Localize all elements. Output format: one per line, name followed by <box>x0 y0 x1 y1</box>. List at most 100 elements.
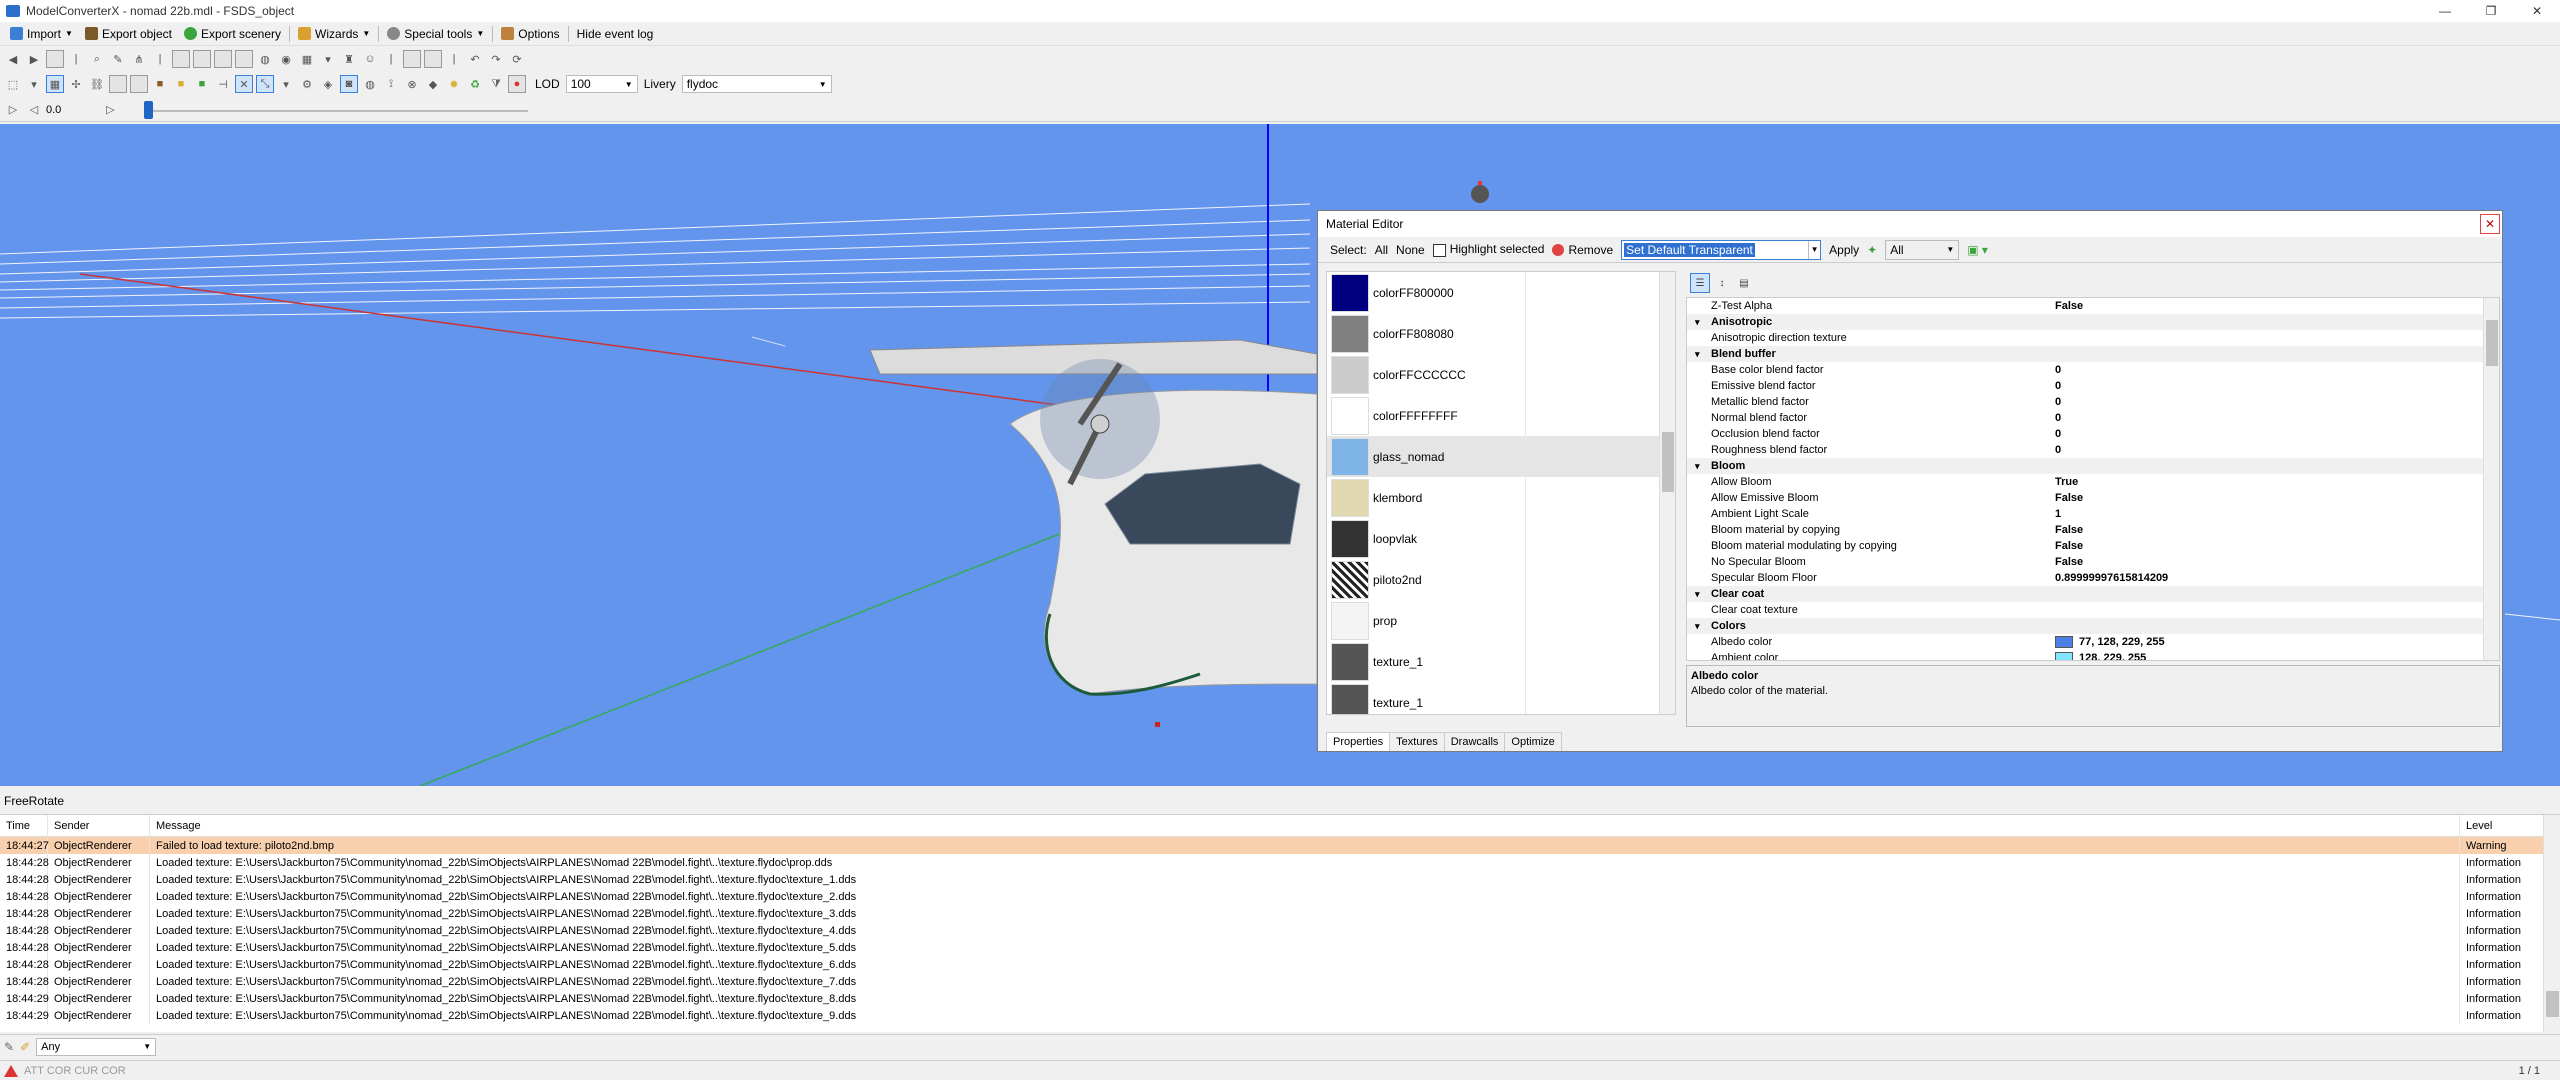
property-value[interactable]: False <box>2055 300 2499 312</box>
menu-export-object[interactable]: Export object <box>79 23 178 45</box>
property-row[interactable]: Anisotropic direction texture <box>1687 330 2499 346</box>
texture-view-icon[interactable]: ■ <box>151 75 169 93</box>
restore-button[interactable]: ❐ <box>2468 0 2514 22</box>
table-row[interactable]: 18:44:28 ObjectRenderer Loaded texture: E:… <box>0 854 2560 871</box>
property-row[interactable]: Metallic blend factor 0 <box>1687 394 2499 410</box>
scrollbar-thumb[interactable] <box>2546 991 2559 1017</box>
collapse-icon[interactable]: ▾ <box>1695 317 1700 328</box>
list-item[interactable]: colorFFFFFFFF <box>1327 395 1675 436</box>
pin-icon[interactable]: ✎ <box>109 50 127 68</box>
column-header-message[interactable]: Message <box>150 815 2460 836</box>
table-row[interactable]: 18:44:27 ObjectRenderer Failed to load tex… <box>0 837 2560 854</box>
light-icon[interactable]: ■ <box>172 75 190 93</box>
cursor-icon[interactable]: ✕ <box>235 75 253 93</box>
list-item[interactable]: colorFF800000 <box>1327 272 1675 313</box>
property-row[interactable]: No Specular Bloom False <box>1687 554 2499 570</box>
material-list[interactable]: colorFF800000 colorFF808080 colorFFCCCCC… <box>1326 271 1676 715</box>
preset-select[interactable]: Set Default Transparent ▼ <box>1621 239 1822 260</box>
property-value[interactable]: False <box>2055 540 2499 552</box>
collapse-icon[interactable]: ▾ <box>1695 589 1700 600</box>
user-icon[interactable]: ☺ <box>361 50 379 68</box>
sun-icon[interactable]: ✹ <box>445 75 463 93</box>
menu-export-scenery[interactable]: Export scenery <box>178 23 287 45</box>
document-icon[interactable] <box>46 50 64 68</box>
table-row[interactable]: 18:44:28 ObjectRenderer Loaded texture: E:… <box>0 871 2560 888</box>
log-level-filter-select[interactable]: Any ▼ <box>36 1037 157 1056</box>
sphere-icon[interactable]: ◍ <box>361 75 379 93</box>
collapse-icon[interactable]: ▾ <box>1695 621 1700 632</box>
property-value[interactable]: 0 <box>2055 396 2499 408</box>
property-value[interactable]: 1 <box>2055 508 2499 520</box>
undo-icon[interactable]: ↶ <box>466 50 484 68</box>
zoom-icon[interactable]: ⌕ <box>88 50 106 68</box>
animation-slider-thumb[interactable] <box>144 101 153 119</box>
table-row[interactable]: 18:44:28 ObjectRenderer Loaded texture: E:… <box>0 956 2560 973</box>
property-category[interactable]: ▾ Bloom <box>1687 458 2499 474</box>
monitor-icon[interactable] <box>403 50 421 68</box>
filter-select[interactable]: All ▼ <box>1885 239 1960 260</box>
list-item[interactable]: texture_1 <box>1327 641 1675 682</box>
property-row[interactable]: Albedo color 77, 128, 229, 255 <box>1687 634 2499 650</box>
close-window-button[interactable]: ✕ <box>2514 0 2560 22</box>
property-row[interactable]: Bloom material modulating by copying Fals… <box>1687 538 2499 554</box>
bone-icon[interactable]: ⟟ <box>382 75 400 93</box>
collapse-icon[interactable]: ▾ <box>1695 461 1700 472</box>
record-icon[interactable]: ● <box>508 75 526 93</box>
menu-wizards[interactable]: Wizards ▼ <box>292 23 376 45</box>
property-row[interactable]: Ambient color 128, 229, 255 <box>1687 650 2499 660</box>
property-row[interactable]: Emissive blend factor 0 <box>1687 378 2499 394</box>
property-row[interactable]: Base color blend factor 0 <box>1687 362 2499 378</box>
column-header-time[interactable]: Time <box>0 815 48 836</box>
categorized-icon[interactable]: ☰ <box>1690 273 1710 293</box>
table-row[interactable]: 18:44:29 ObjectRenderer Loaded texture: E:… <box>0 990 2560 1007</box>
table-row[interactable]: 18:44:28 ObjectRenderer Loaded texture: E:… <box>0 905 2560 922</box>
export-icon[interactable]: ▣ ▾ <box>1967 243 1988 257</box>
remove-button[interactable]: Remove <box>1552 243 1613 257</box>
property-row[interactable]: Ambient Light Scale 1 <box>1687 506 2499 522</box>
table-row[interactable]: 18:44:28 ObjectRenderer Loaded texture: E:… <box>0 939 2560 956</box>
material-icon[interactable]: ◙ <box>340 75 358 93</box>
table-row[interactable]: 18:44:28 ObjectRenderer Loaded texture: E:… <box>0 973 2560 990</box>
menu-hide-event-log[interactable]: Hide event log <box>571 23 660 45</box>
select-icon[interactable]: ⬚ <box>4 75 22 93</box>
property-category[interactable]: ▾ Clear coat <box>1687 586 2499 602</box>
3d-viewport[interactable]: Material Editor ✕ Select: All None Highl… <box>0 124 2560 786</box>
dropdown-icon[interactable]: ▾ <box>277 75 295 93</box>
property-row[interactable]: Occlusion blend factor 0 <box>1687 426 2499 442</box>
wireframe-icon[interactable] <box>130 75 148 93</box>
sort-alpha-icon[interactable]: ↕ <box>1712 273 1732 293</box>
property-category[interactable]: ▾ Colors <box>1687 618 2499 634</box>
drop-icon[interactable]: ◆ <box>424 75 442 93</box>
list-item[interactable]: colorFFCCCCCC <box>1327 354 1675 395</box>
property-row[interactable]: Specular Bloom Floor 0.89999997615814209 <box>1687 570 2499 586</box>
play-icon[interactable]: ▷ <box>4 101 22 119</box>
table-row[interactable]: 18:44:28 ObjectRenderer Loaded texture: E:… <box>0 888 2560 905</box>
event-log-scrollbar[interactable] <box>2543 815 2560 1032</box>
minimize-button[interactable]: — <box>2422 0 2468 22</box>
property-value[interactable]: 128, 229, 255 <box>2055 652 2499 660</box>
animation-slider-track[interactable] <box>148 110 528 112</box>
property-row[interactable]: Roughness blend factor 0 <box>1687 442 2499 458</box>
list-item[interactable]: texture_1 <box>1327 682 1675 714</box>
list-item[interactable]: glass_nomad <box>1327 436 1675 477</box>
property-row[interactable]: Z-Test Alpha False <box>1687 298 2499 314</box>
property-row[interactable]: Allow Bloom True <box>1687 474 2499 490</box>
refresh-icon[interactable]: ⟳ <box>508 50 526 68</box>
property-grid-scrollbar[interactable] <box>2483 298 2499 660</box>
wand-icon[interactable]: ✦ <box>1867 243 1877 257</box>
column-header-sender[interactable]: Sender <box>48 815 150 836</box>
select-all-button[interactable]: All <box>1375 243 1388 257</box>
property-row[interactable]: Bloom material by copying False <box>1687 522 2499 538</box>
step-back-icon[interactable]: ◁ <box>25 101 43 119</box>
property-value[interactable]: False <box>2055 524 2499 536</box>
property-grid[interactable]: Z-Test Alpha False ▾ Anisotropic Anisotrop… <box>1686 297 2500 661</box>
step-forward-icon[interactable]: ▷ <box>101 101 119 119</box>
terrain-icon[interactable]: ■ <box>193 75 211 93</box>
dropdown-icon[interactable]: ▾ <box>319 50 337 68</box>
property-value[interactable]: 0 <box>2055 412 2499 424</box>
dropdown-icon[interactable]: ▾ <box>25 75 43 93</box>
palette-icon[interactable]: ◉ <box>277 50 295 68</box>
lod-select[interactable]: 100 ▼ <box>565 75 638 93</box>
forward-icon[interactable]: ▶ <box>25 50 43 68</box>
back-icon[interactable]: ◀ <box>4 50 22 68</box>
